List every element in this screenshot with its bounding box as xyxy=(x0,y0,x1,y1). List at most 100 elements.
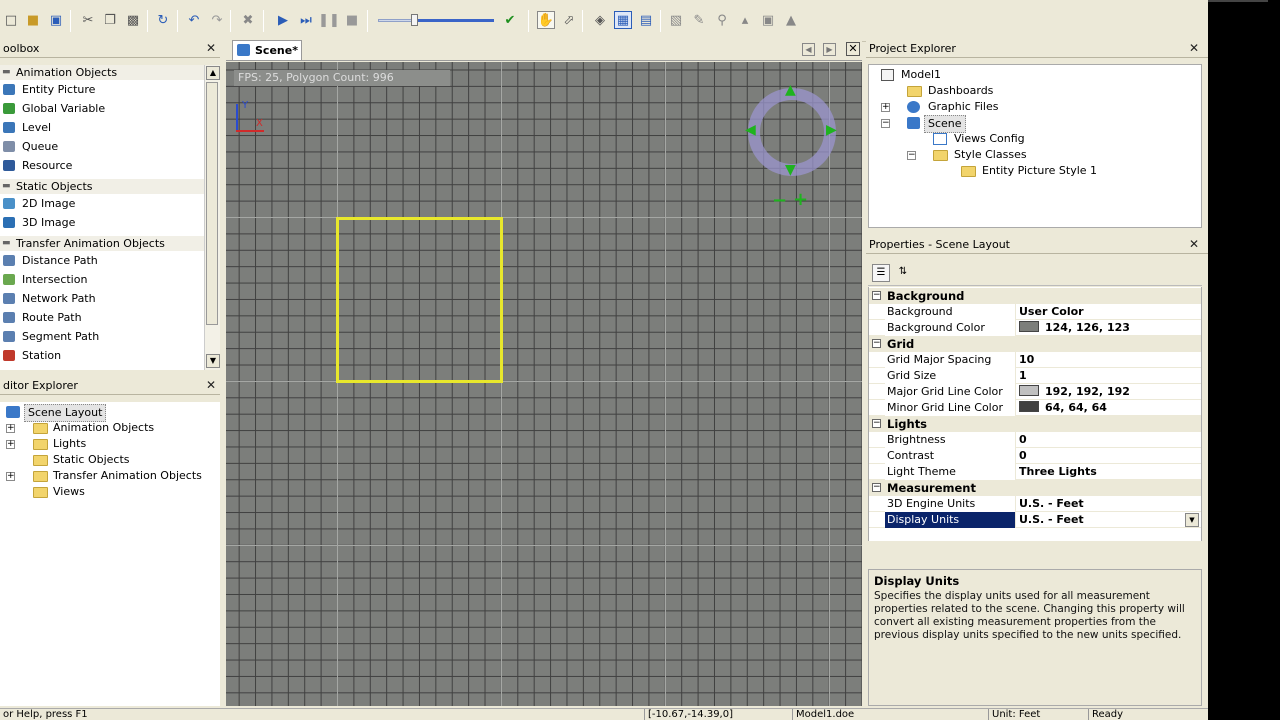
new-icon[interactable]: □ xyxy=(2,11,20,29)
property-value-color[interactable]: 64, 64, 64 xyxy=(1019,400,1199,416)
tab-scene[interactable]: Scene* xyxy=(232,40,302,60)
pan-left-icon[interactable]: ◀ xyxy=(745,122,756,138)
check-icon[interactable]: ✔ xyxy=(501,11,519,29)
project-explorer-close-icon[interactable]: ✕ xyxy=(1188,42,1200,54)
tab-next-icon[interactable]: ▶ xyxy=(823,43,836,56)
toolbox-item-distance-path[interactable]: Distance Path xyxy=(0,252,204,269)
scene-viewport[interactable]: FPS: 25, Polygon Count: 996 Y X ▲ ◀ ▶ ▼ … xyxy=(226,62,862,706)
tool-e-icon[interactable]: ▣ xyxy=(759,11,777,29)
category-lights[interactable]: − Lights xyxy=(869,416,1201,432)
tree-item-entity-picture-style[interactable]: Entity Picture Style 1 xyxy=(961,163,1181,179)
property-row[interactable]: Major Grid Line Color 192, 192, 192 xyxy=(869,384,1201,400)
toolbox-item-route-path[interactable]: Route Path xyxy=(0,309,204,326)
toolbox-item-global-variable[interactable]: Global Variable xyxy=(0,100,204,117)
grid-icon[interactable]: ▦ xyxy=(614,11,632,29)
property-value[interactable]: 1 xyxy=(1019,368,1199,384)
tree-item-animation-objects[interactable]: + Animation Objects xyxy=(6,420,206,436)
property-row[interactable]: Light Theme Three Lights xyxy=(869,464,1201,480)
property-row-selected[interactable]: Display Units U.S. - Feet ▼ xyxy=(869,512,1201,528)
delete-icon[interactable]: ✖ xyxy=(239,11,257,29)
category-measurement[interactable]: − Measurement xyxy=(869,480,1201,496)
rotate-icon[interactable]: ◈ xyxy=(591,11,609,29)
zoom-in-icon[interactable]: + xyxy=(793,189,808,210)
step-icon[interactable]: ⏭ xyxy=(297,11,315,29)
tree-item-lights[interactable]: + Lights xyxy=(6,436,206,452)
toolbox-group-static[interactable]: ▬ Static Objects xyxy=(0,179,204,194)
scroll-down-icon[interactable]: ▼ xyxy=(206,354,220,368)
zoom-out-icon[interactable]: − xyxy=(772,190,787,211)
pan-up-icon[interactable]: ▲ xyxy=(785,82,796,98)
tree-item-static-objects[interactable]: Static Objects xyxy=(6,452,206,468)
save-icon[interactable]: ▣ xyxy=(47,11,65,29)
dropdown-arrow-icon[interactable]: ▼ xyxy=(1185,513,1199,527)
tool-f-icon[interactable]: ▲ xyxy=(782,11,800,29)
pan-right-icon[interactable]: ▶ xyxy=(826,122,837,138)
expand-icon[interactable]: + xyxy=(6,472,15,481)
scroll-up-icon[interactable]: ▲ xyxy=(206,66,220,80)
play-icon[interactable]: ▶ xyxy=(274,11,292,29)
property-row[interactable]: Background User Color xyxy=(869,304,1201,320)
tool-a-icon[interactable]: ▧ xyxy=(667,11,685,29)
toolbox-item-level[interactable]: Level xyxy=(0,119,204,136)
tool-c-icon[interactable]: ⚲ xyxy=(713,11,731,29)
property-value-color[interactable]: 124, 126, 123 xyxy=(1019,320,1199,336)
toolbox-group-transfer[interactable]: ▬ Transfer Animation Objects xyxy=(0,236,204,251)
tree-item-style-classes[interactable]: − Style Classes xyxy=(907,147,1067,163)
tab-close-icon[interactable]: ✕ xyxy=(846,42,860,56)
properties-close-icon[interactable]: ✕ xyxy=(1188,238,1200,250)
toolbox-item-intersection[interactable]: Intersection xyxy=(0,271,204,288)
refresh-icon[interactable]: ↻ xyxy=(154,11,172,29)
tree-item-scene[interactable]: − Scene xyxy=(881,115,1001,133)
redo-icon[interactable]: ↷ xyxy=(208,11,226,29)
tree-item-dashboards[interactable]: Dashboards xyxy=(907,83,1047,99)
tool-d-icon[interactable]: ▴ xyxy=(736,11,754,29)
toolbox-item-queue[interactable]: Queue xyxy=(0,138,204,155)
property-row[interactable]: Background Color 124, 126, 123 xyxy=(869,320,1201,336)
property-value[interactable]: U.S. - Feet xyxy=(1019,496,1199,512)
property-row[interactable]: Grid Size 1 xyxy=(869,368,1201,384)
tree-item-views-config[interactable]: Views Config xyxy=(933,131,1073,147)
property-value[interactable]: Three Lights xyxy=(1019,464,1199,480)
expand-icon[interactable]: + xyxy=(881,103,890,112)
tree-item-model1[interactable]: Model1 xyxy=(881,67,1001,83)
toolbox-scroll-thumb[interactable] xyxy=(206,82,218,325)
tree-item-views[interactable]: Views xyxy=(6,484,206,500)
collapse-icon[interactable]: − xyxy=(881,119,890,128)
tree-item-transfer-animation-objects[interactable]: + Transfer Animation Objects xyxy=(6,468,216,484)
toolbox-close-icon[interactable]: ✕ xyxy=(205,42,217,54)
property-value[interactable]: User Color xyxy=(1019,304,1199,320)
hand-icon[interactable]: ✋ xyxy=(537,11,555,29)
toolbox-item-entity-picture[interactable]: Entity Picture xyxy=(0,81,204,98)
paste-icon[interactable]: ▩ xyxy=(124,11,142,29)
property-row[interactable]: Brightness 0 xyxy=(869,432,1201,448)
cut-icon[interactable]: ✂ xyxy=(79,11,97,29)
expand-icon[interactable]: + xyxy=(6,440,15,449)
category-grid[interactable]: − Grid xyxy=(869,336,1201,352)
category-background[interactable]: − Background xyxy=(869,288,1201,304)
property-value[interactable]: 0 xyxy=(1019,448,1199,464)
selected-object-outline[interactable] xyxy=(336,217,503,383)
property-value-color[interactable]: 192, 192, 192 xyxy=(1019,384,1199,400)
pause-icon[interactable]: ❚❚ xyxy=(318,11,340,29)
property-row[interactable]: 3D Engine Units U.S. - Feet xyxy=(869,496,1201,512)
property-value[interactable]: 0 xyxy=(1019,432,1199,448)
pan-down-icon[interactable]: ▼ xyxy=(785,162,796,178)
copy-icon[interactable]: ❐ xyxy=(101,11,119,29)
property-value[interactable]: 10 xyxy=(1019,352,1199,368)
alphabetical-icon[interactable]: ⇅ xyxy=(894,264,912,282)
toolbox-item-2d-image[interactable]: 2D Image xyxy=(0,195,204,212)
toolbox-group-animation[interactable]: ▬ Animation Objects xyxy=(0,65,204,80)
toolbox-item-station[interactable]: Station xyxy=(0,347,204,364)
undo-icon[interactable]: ↶ xyxy=(185,11,203,29)
toolbox-item-segment-path[interactable]: Segment Path xyxy=(0,328,204,345)
editor-explorer-close-icon[interactable]: ✕ xyxy=(205,379,217,391)
toolbox-item-resource[interactable]: Resource xyxy=(0,157,204,174)
property-value[interactable]: U.S. - Feet xyxy=(1019,512,1199,528)
tree-item-graphic-files[interactable]: + Graphic Files xyxy=(881,99,1041,115)
property-row[interactable]: Grid Major Spacing 10 xyxy=(869,352,1201,368)
categorized-icon[interactable]: ☰ xyxy=(872,264,890,282)
expand-icon[interactable]: + xyxy=(6,424,15,433)
collapse-icon[interactable]: − xyxy=(907,151,916,160)
speed-slider-thumb[interactable] xyxy=(411,14,418,26)
property-row[interactable]: Minor Grid Line Color 64, 64, 64 xyxy=(869,400,1201,416)
